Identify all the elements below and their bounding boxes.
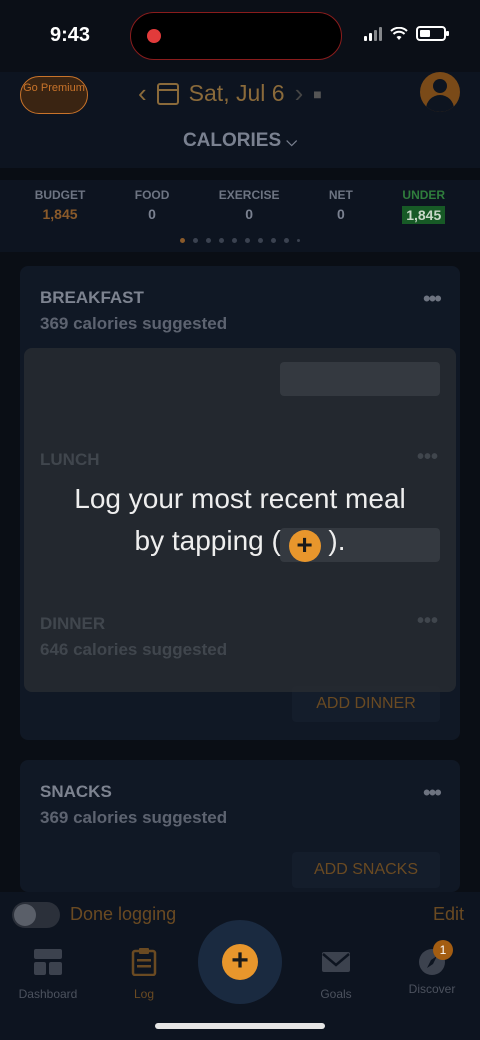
meal-suggested: 369 calories suggested — [40, 808, 228, 827]
summary-value: 0 — [245, 206, 254, 222]
summary-budget: BUDGET 1,845 — [35, 188, 86, 224]
meal-title: SNACKS — [40, 782, 112, 801]
wifi-icon — [390, 26, 408, 40]
summary-under: UNDER 1,845 — [402, 188, 446, 224]
done-logging-label: Done logging — [70, 904, 177, 924]
done-logging-toggle[interactable] — [12, 902, 60, 928]
chevron-down-icon: ⌵ — [286, 133, 298, 149]
coach-tip-overlay[interactable]: LUNCH ••• DINNER 646 calories suggested … — [24, 348, 456, 692]
summary-value: 1,845 — [42, 206, 78, 222]
clipboard-icon — [131, 948, 157, 977]
next-day-icon: › — [294, 78, 304, 108]
tab-discover[interactable]: 1 Discover — [392, 940, 472, 996]
battery-icon — [416, 26, 449, 41]
bottom-bar: Done logging Edit Dashboard Log + Goals — [0, 892, 480, 1040]
summary-value: 0 — [148, 206, 156, 222]
app-header: Go Premium ‹ Sat, Jul 6 › ■ CALORIES ⌵ B… — [0, 72, 480, 252]
summary-food: FOOD 0 — [135, 188, 170, 224]
lock-icon: ■ — [313, 85, 322, 102]
tab-label: Discover — [408, 982, 456, 996]
recording-dot-icon — [147, 29, 161, 43]
page-indicator[interactable] — [0, 238, 480, 243]
summary-value: 1,845 — [402, 206, 446, 224]
dashboard-icon — [34, 949, 62, 975]
summary-label: EXERCISE — [218, 188, 280, 202]
metric-selector[interactable]: CALORIES ⌵ — [0, 130, 480, 152]
previous-day-icon[interactable]: ‹ — [138, 78, 147, 109]
avatar[interactable] — [420, 72, 460, 112]
plus-icon: + — [222, 944, 258, 980]
notification-badge: 1 — [433, 940, 453, 960]
tip-line-2-post: ). — [328, 525, 346, 556]
ghost-dinner-suggested: 646 calories suggested — [40, 640, 228, 659]
dynamic-island — [130, 12, 342, 60]
more-options-icon[interactable]: ••• — [423, 286, 442, 312]
summary-label: BUDGET — [34, 188, 86, 202]
summary-label: FOOD — [134, 188, 170, 202]
tip-line-2: by tapping ( + ). — [24, 520, 456, 562]
status-icons — [364, 26, 449, 41]
edit-button[interactable]: Edit — [433, 904, 464, 925]
summary-row: BUDGET 1,845 FOOD 0 EXERCISE 0 NET 0 UND… — [0, 188, 480, 224]
summary-exercise: EXERCISE 0 — [219, 188, 280, 224]
add-snacks-button[interactable]: ADD SNACKS — [292, 852, 440, 888]
meal-card-snacks: SNACKS 369 calories suggested ••• ADD SN… — [20, 760, 460, 892]
metric-selector-label: CALORIES — [182, 130, 282, 151]
ghost-button — [280, 362, 440, 396]
calorie-progress-bar — [0, 168, 480, 180]
meal-suggested: 369 calories suggested — [40, 314, 228, 333]
meal-title: BREAKFAST — [40, 288, 144, 307]
tab-dashboard[interactable]: Dashboard — [8, 948, 88, 1001]
compass-icon: 1 — [417, 940, 453, 976]
more-options-icon[interactable]: ••• — [423, 780, 442, 806]
ghost-lunch-title: LUNCH — [40, 450, 100, 469]
ghost-dinner-title: DINNER — [40, 614, 106, 633]
envelope-icon — [322, 952, 350, 972]
plus-icon: + — [288, 530, 321, 562]
home-indicator[interactable] — [155, 1023, 325, 1029]
cellular-signal-icon — [364, 26, 382, 41]
status-time: 9:43 — [50, 24, 91, 46]
tip-line-2-pre: by tapping ( — [134, 525, 281, 556]
tab-label: Goals — [320, 987, 352, 1001]
tab-goals[interactable]: Goals — [296, 948, 376, 1001]
add-entry-button[interactable]: + — [198, 920, 282, 1004]
calendar-icon[interactable] — [156, 82, 179, 105]
ghost-more-icon: ••• — [416, 610, 438, 632]
tip-line-1: Log your most recent meal — [74, 483, 406, 514]
tab-label: Dashboard — [18, 987, 78, 1001]
coach-tip-text: Log your most recent meal by tapping ( +… — [24, 478, 456, 562]
tab-log[interactable]: Log — [104, 948, 184, 1001]
tab-label: Log — [133, 987, 155, 1001]
summary-net: NET 0 — [329, 188, 353, 224]
summary-label: UNDER — [402, 188, 446, 202]
go-premium-button[interactable]: Go Premium — [20, 76, 88, 114]
summary-label: NET — [328, 188, 353, 202]
current-date[interactable]: Sat, Jul 6 — [189, 80, 285, 107]
status-bar: 9:43 — [0, 0, 480, 72]
ghost-more-icon: ••• — [416, 446, 438, 468]
date-navigator: ‹ Sat, Jul 6 › ■ — [138, 78, 322, 109]
summary-value: 0 — [336, 206, 345, 222]
